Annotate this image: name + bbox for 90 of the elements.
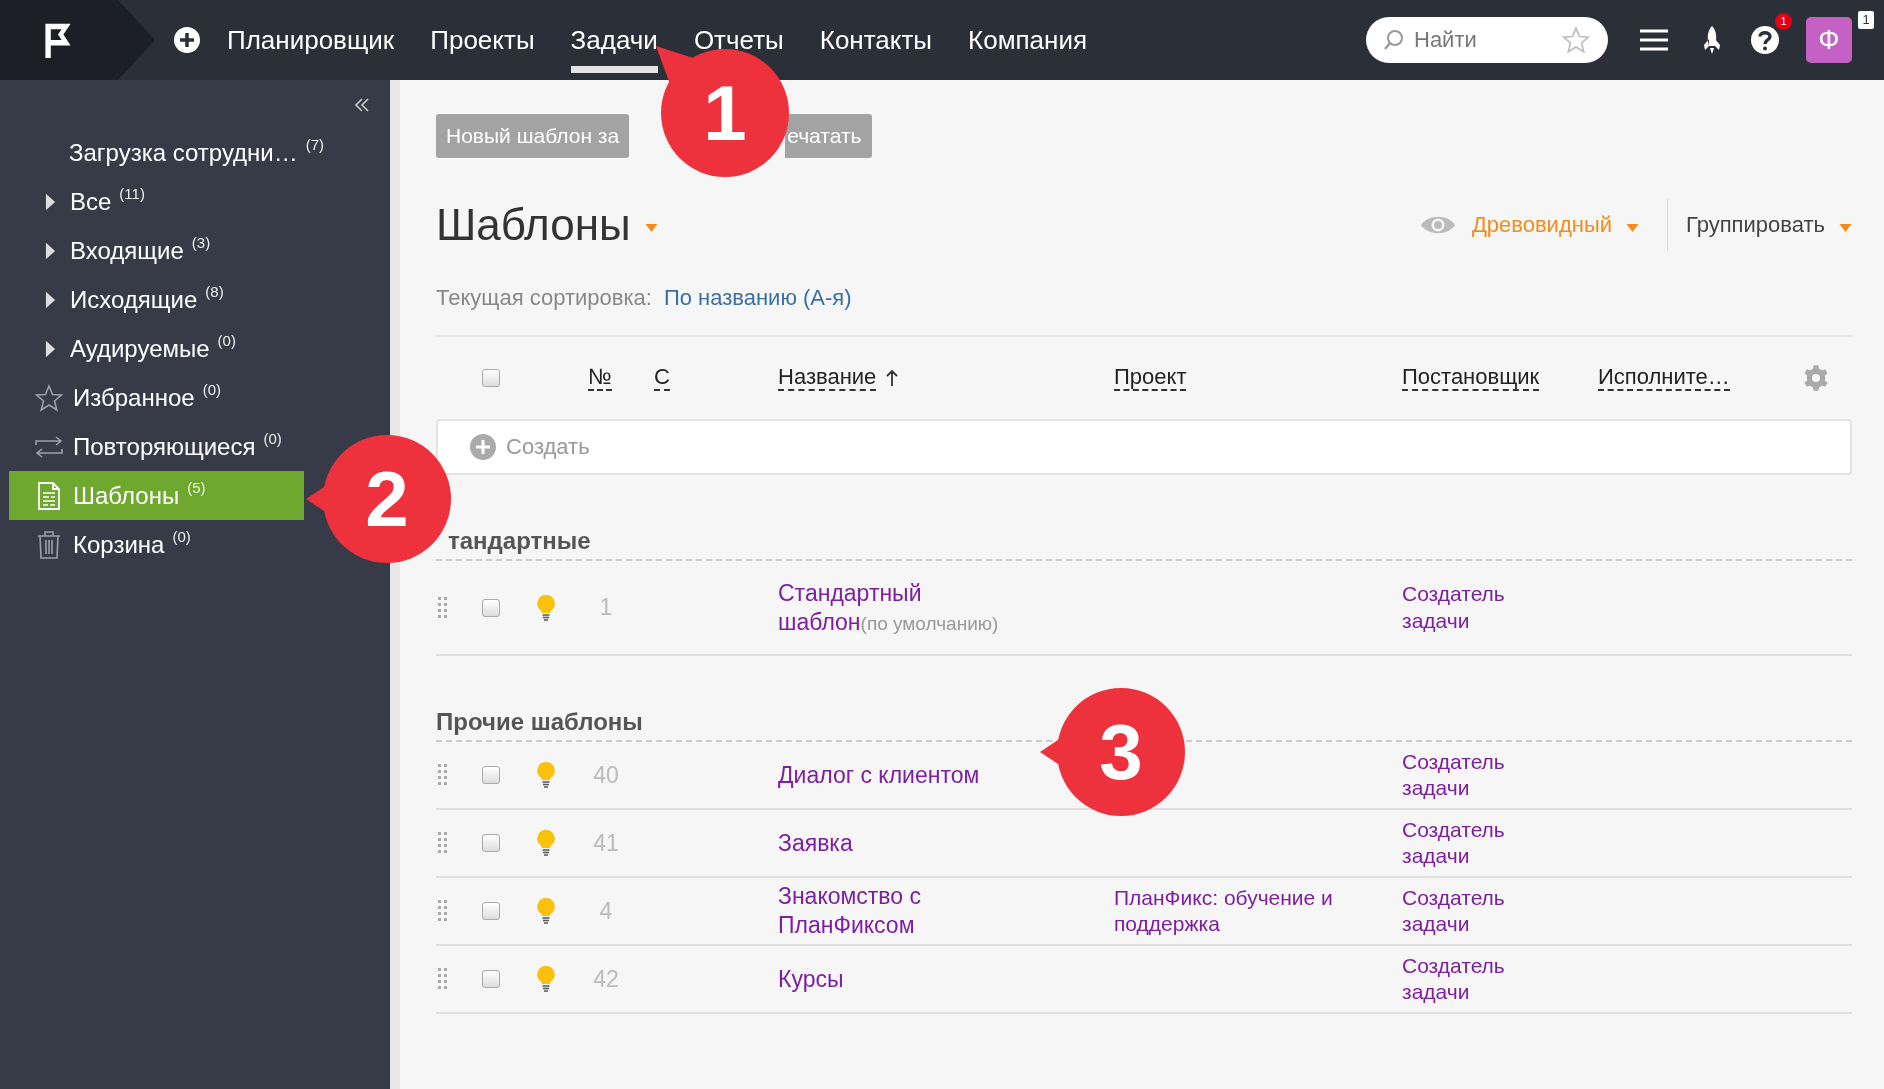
sort-label: Текущая сортировка:	[436, 285, 652, 311]
project-link[interactable]: ПланФикс: обучение и поддержка	[1114, 884, 1364, 938]
star-icon[interactable]	[1562, 26, 1590, 54]
drag-handle-icon[interactable]	[438, 596, 448, 619]
row-checkbox[interactable]	[482, 766, 500, 784]
search-icon	[1382, 28, 1406, 52]
item-count: (7)	[305, 136, 325, 153]
item-count: (5)	[187, 479, 206, 496]
nav-tab[interactable]: Задачи	[570, 24, 658, 56]
nav-tab[interactable]: Компания	[968, 24, 1088, 56]
eye-icon	[1419, 214, 1456, 236]
item-count: (0)	[217, 332, 236, 349]
notification-badge: 1	[1775, 13, 1792, 30]
author-link[interactable]: Создатель задачи	[1402, 816, 1532, 870]
item-count: (3)	[191, 234, 211, 251]
sidebar-item[interactable]: Корзина (0)	[9, 520, 304, 569]
caret-icon[interactable]	[1839, 224, 1852, 232]
lightbulb-icon	[536, 829, 556, 857]
sidebar-item[interactable]: Входящие (3)	[9, 226, 304, 275]
item-count: (0)	[263, 430, 282, 447]
nav-tab[interactable]: Планировщик	[227, 24, 395, 56]
sort-link[interactable]: По названию (А-я)	[663, 285, 852, 311]
expand-arrow-icon[interactable]	[45, 290, 56, 309]
drag-handle-icon[interactable]	[438, 900, 448, 922]
group-heading: Прочие шаблоны	[436, 708, 643, 735]
star-icon	[35, 383, 63, 412]
author-link[interactable]: Создатель задачи	[1402, 581, 1532, 634]
item-count: (11)	[119, 185, 145, 202]
drag-handle-icon[interactable]	[438, 968, 448, 990]
row-checkbox[interactable]	[482, 902, 500, 920]
column-header[interactable]: Исполните…	[1598, 364, 1730, 392]
lightbulb-icon	[536, 593, 556, 622]
help-icon[interactable]	[1750, 25, 1780, 55]
row-checkbox[interactable]	[482, 598, 500, 617]
row-number: 40	[592, 761, 620, 789]
add-icon[interactable]	[173, 26, 201, 54]
caret-icon[interactable]	[1626, 224, 1639, 232]
lightbulb-icon	[536, 897, 556, 925]
row-number: 42	[592, 965, 620, 993]
template-link[interactable]: Диалог с клиентом	[778, 760, 980, 790]
lightbulb-icon	[536, 965, 556, 993]
caret-icon[interactable]	[644, 224, 658, 232]
item-count: (8)	[205, 283, 224, 300]
row-number: 41	[592, 829, 620, 857]
lightbulb-icon	[536, 761, 556, 789]
document-icon	[37, 481, 61, 510]
template-link[interactable]: Стандартный шаблон(по умолчанию)	[778, 578, 1028, 637]
template-link[interactable]: Заявка	[778, 828, 853, 858]
item-count: (0)	[202, 381, 221, 398]
sidebar-item[interactable]: Аудируемые (0)	[9, 324, 304, 373]
sidebar-item[interactable]: Повторяющиеся (0)	[9, 422, 304, 471]
user-avatar[interactable]: Ф	[1806, 17, 1852, 63]
drag-handle-icon[interactable]	[438, 764, 448, 786]
column-header[interactable]: Проект	[1114, 364, 1187, 392]
trash-icon	[37, 530, 61, 559]
settings-icon[interactable]	[1802, 364, 1830, 392]
row-checkbox[interactable]	[482, 970, 500, 988]
select-all-checkbox[interactable]	[482, 369, 500, 387]
count-badge: 1	[1858, 11, 1874, 29]
column-header[interactable]: №	[588, 364, 612, 392]
row-checkbox[interactable]	[482, 834, 500, 852]
nav-tab[interactable]: Проекты	[430, 24, 535, 56]
sidebar-item[interactable]: Все (11)	[9, 177, 304, 226]
repeat-icon	[35, 434, 63, 459]
page-title: Шаблоны	[436, 200, 631, 250]
menu-icon[interactable]	[1640, 28, 1668, 52]
search-field[interactable]: Найти	[1412, 26, 1556, 54]
author-link[interactable]: Создатель задачи	[1402, 884, 1532, 938]
template-link[interactable]: Курсы	[778, 964, 844, 994]
drag-handle-icon[interactable]	[438, 832, 448, 854]
nav-tab[interactable]: Контакты	[819, 24, 933, 56]
expand-arrow-icon[interactable]	[45, 241, 56, 260]
sidebar-item[interactable]: Избранное (0)	[9, 373, 304, 422]
author-link[interactable]: Создатель задачи	[1402, 952, 1532, 1006]
group-dropdown[interactable]: Группировать	[1686, 212, 1825, 238]
expand-arrow-icon[interactable]	[45, 339, 56, 358]
column-header[interactable]: С	[654, 364, 670, 392]
sidebar-item[interactable]: Исходящие (8)	[9, 275, 304, 324]
author-link[interactable]: Создатель задачи	[1402, 748, 1532, 802]
item-count: (0)	[172, 528, 191, 545]
expand-arrow-icon[interactable]	[45, 192, 56, 211]
row-number: 1	[598, 594, 614, 621]
row-number: 4	[598, 897, 614, 925]
template-link[interactable]: Знакомство с ПланФиксом	[778, 882, 1028, 940]
search-bar[interactable]: Найти	[1366, 17, 1608, 63]
add-icon	[470, 434, 496, 460]
column-header[interactable]: Постановщик	[1402, 364, 1540, 392]
column-header[interactable]: Название	[778, 364, 877, 392]
nav-tab[interactable]: Отчеты	[693, 24, 784, 56]
collapse-icon[interactable]	[354, 98, 370, 112]
